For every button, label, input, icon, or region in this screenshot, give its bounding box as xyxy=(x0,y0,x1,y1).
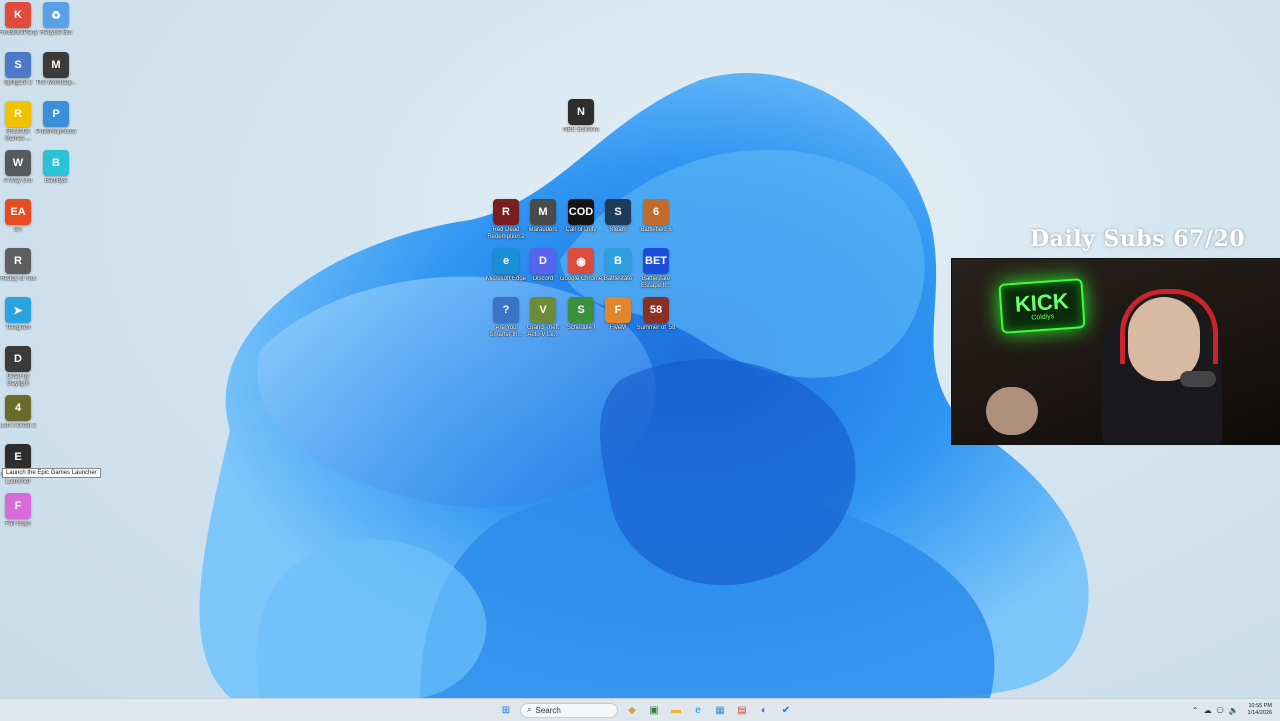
summer-of-58-icon: 58 xyxy=(643,297,669,323)
ready-or-not-icon: R xyxy=(5,248,31,274)
desktop-icon-battlestate-escape[interactable]: BET Battlestate Escape fr... xyxy=(634,248,678,302)
fall-guys-icon: F xyxy=(5,493,31,519)
desktop-icon-label: Battlefield 6 xyxy=(640,227,672,233)
desktop-icon-label: Left 4 Dead 2 xyxy=(0,423,37,429)
battleye-icon: B xyxy=(43,150,69,176)
desktop-icon-battleye[interactable]: B BattlEye xyxy=(34,150,78,204)
dead-by-daylight-icon: D xyxy=(5,346,31,372)
a-way-out-icon: W xyxy=(5,150,31,176)
desktop-icon-battlefield-6[interactable]: 6 Battlefield 6 xyxy=(634,199,678,253)
system-tray: ⌃ ☁ ⎔ 🔈 10:55 PM 1/14/2026 xyxy=(1192,701,1272,719)
app-icon-purple[interactable]: ◐ xyxy=(756,702,772,718)
app-icon-red[interactable]: ▤ xyxy=(734,702,750,718)
tooltip: Launch the Epic Games Launcher xyxy=(2,468,101,478)
desktop-icon-label: Summer of '58 xyxy=(636,325,676,331)
kick-sign-text: KICK xyxy=(1014,287,1070,317)
streamer-hand xyxy=(986,387,1038,435)
clock-date: 1/14/2026 xyxy=(1247,710,1272,716)
telegram-icon: ➤ xyxy=(5,297,31,323)
phasmophobia-icon: P xyxy=(43,101,69,127)
battlestate-icon: B xyxy=(605,248,631,274)
kick-neon-sign: KICK Coldlys xyxy=(998,278,1086,334)
desktop-icon-label: The Mortuary... xyxy=(35,80,77,86)
desktop-icon-label: Ready or Not xyxy=(0,276,36,282)
splitgate-2-icon: S xyxy=(5,52,31,78)
widgets-icon[interactable]: ◆ xyxy=(624,702,640,718)
desktop-icon-telegram[interactable]: ➤ Telegram xyxy=(0,297,40,351)
daily-subs-overlay: Daily Subs 67/20 xyxy=(1030,226,1246,252)
edge-icon[interactable]: e xyxy=(690,702,706,718)
desktop-icon-the-mortuary[interactable]: M The Mortuary... xyxy=(34,52,78,106)
desktop-icon-phasmophobia[interactable]: P Phasmophobia xyxy=(34,101,78,155)
volume-icon[interactable]: 🔈 xyxy=(1229,706,1239,715)
taskbar-search-box[interactable]: ⌕ Search xyxy=(520,702,618,718)
red-dead-redemption-icon: R xyxy=(493,199,519,225)
headset xyxy=(1120,289,1218,364)
taskbar: ⊞ ⌕ Search ◆ ▣ ▬ e ▦ ▤ ◐ ✔ ⌃ ☁ ⎔ 🔈 10:55 PM 1/14/2… xyxy=(0,698,1280,721)
file-explorer-icon[interactable]: ▬ xyxy=(668,702,684,718)
kick-sign-subtext: Coldlys xyxy=(1031,312,1055,322)
desktop-icon-fall-guys[interactable]: F Fall Guys xyxy=(0,493,40,547)
clock[interactable]: 10:55 PM 1/14/2026 xyxy=(1248,703,1272,717)
desktop-icon-left-4-dead-2[interactable]: 4 Left 4 Dead 2 xyxy=(0,395,40,449)
rockstar-games-icon: R xyxy=(5,101,31,127)
discord-icon: D xyxy=(530,248,556,274)
steam-icon: S xyxy=(605,199,631,225)
desktop-icon-recycle-bin[interactable]: ♻ Recycle Bin xyxy=(34,2,78,56)
epic-games-launcher-icon: E xyxy=(5,444,31,470)
network-icon[interactable]: ⎔ xyxy=(1217,706,1224,715)
fivem-icon: F xyxy=(605,297,631,323)
desktop-icon-label: Dead by Daylight xyxy=(6,374,30,387)
grand-theft-auto-v-icon: V xyxy=(530,297,556,323)
google-chrome-icon: ◉ xyxy=(568,248,594,274)
cloud-icon[interactable]: ☁ xyxy=(1204,706,1212,715)
are-you-smarter-icon: ? xyxy=(493,297,519,323)
microsoft-edge-icon: e xyxy=(493,248,519,274)
fortblockparty-icon: K xyxy=(5,2,31,28)
call-of-duty-icon: COD xyxy=(568,199,594,225)
microphone xyxy=(1180,371,1216,387)
clock-time: 10:55 PM xyxy=(1248,703,1272,709)
battlefield-6-icon: 6 xyxy=(643,199,669,225)
desktop-icon-label: Fall Guys xyxy=(5,521,31,527)
marauders-icon: M xyxy=(530,199,556,225)
desktop-icon-label: NBC Builders xyxy=(562,127,599,133)
left-4-dead-2-icon: 4 xyxy=(5,395,31,421)
nbc-builders-icon: N xyxy=(568,99,594,125)
desktop-icon-label: BattlEye xyxy=(44,178,68,184)
desktop-icon-label: EA xyxy=(13,227,22,233)
desktop-icon-summer-of-58[interactable]: 58 Summer of '58 xyxy=(634,297,678,351)
desktop-icon-ready-or-not[interactable]: R Ready or Not xyxy=(0,248,40,302)
desktop-icon-label: Battlestate Escape fr... xyxy=(640,276,671,289)
search-icon: ⌕ xyxy=(527,705,532,714)
store-icon[interactable]: ▦ xyxy=(712,702,728,718)
desktop-icon-label: Telegram xyxy=(5,325,31,331)
desktop-icon-ea[interactable]: EA EA xyxy=(0,199,40,253)
ea-icon: EA xyxy=(5,199,31,225)
taskbar-center: ⊞ ⌕ Search ◆ ▣ ▬ e ▦ ▤ ◐ ✔ xyxy=(498,701,794,719)
battlestate-escape-icon: BET xyxy=(643,248,669,274)
chevron-up-icon[interactable]: ⌃ xyxy=(1192,706,1199,715)
desktop-icon-nbc-builders[interactable]: N NBC Builders xyxy=(559,99,603,153)
app-icon-blue[interactable]: ✔ xyxy=(778,702,794,718)
webcam-feed: KICK Coldlys xyxy=(951,258,1280,445)
desktop-icon-dead-by-daylight[interactable]: D Dead by Daylight xyxy=(0,346,40,400)
recycle-bin-icon: ♻ xyxy=(43,2,69,28)
schedule-i-icon: S xyxy=(568,297,594,323)
xbox-icon[interactable]: ▣ xyxy=(646,702,662,718)
desktop-icon-label: Recycle Bin xyxy=(40,30,72,36)
desktop-icon-label: Phasmophobia xyxy=(35,129,77,135)
search-placeholder: Search xyxy=(535,705,561,715)
start-button[interactable]: ⊞ xyxy=(498,702,514,718)
the-mortuary-icon: M xyxy=(43,52,69,78)
